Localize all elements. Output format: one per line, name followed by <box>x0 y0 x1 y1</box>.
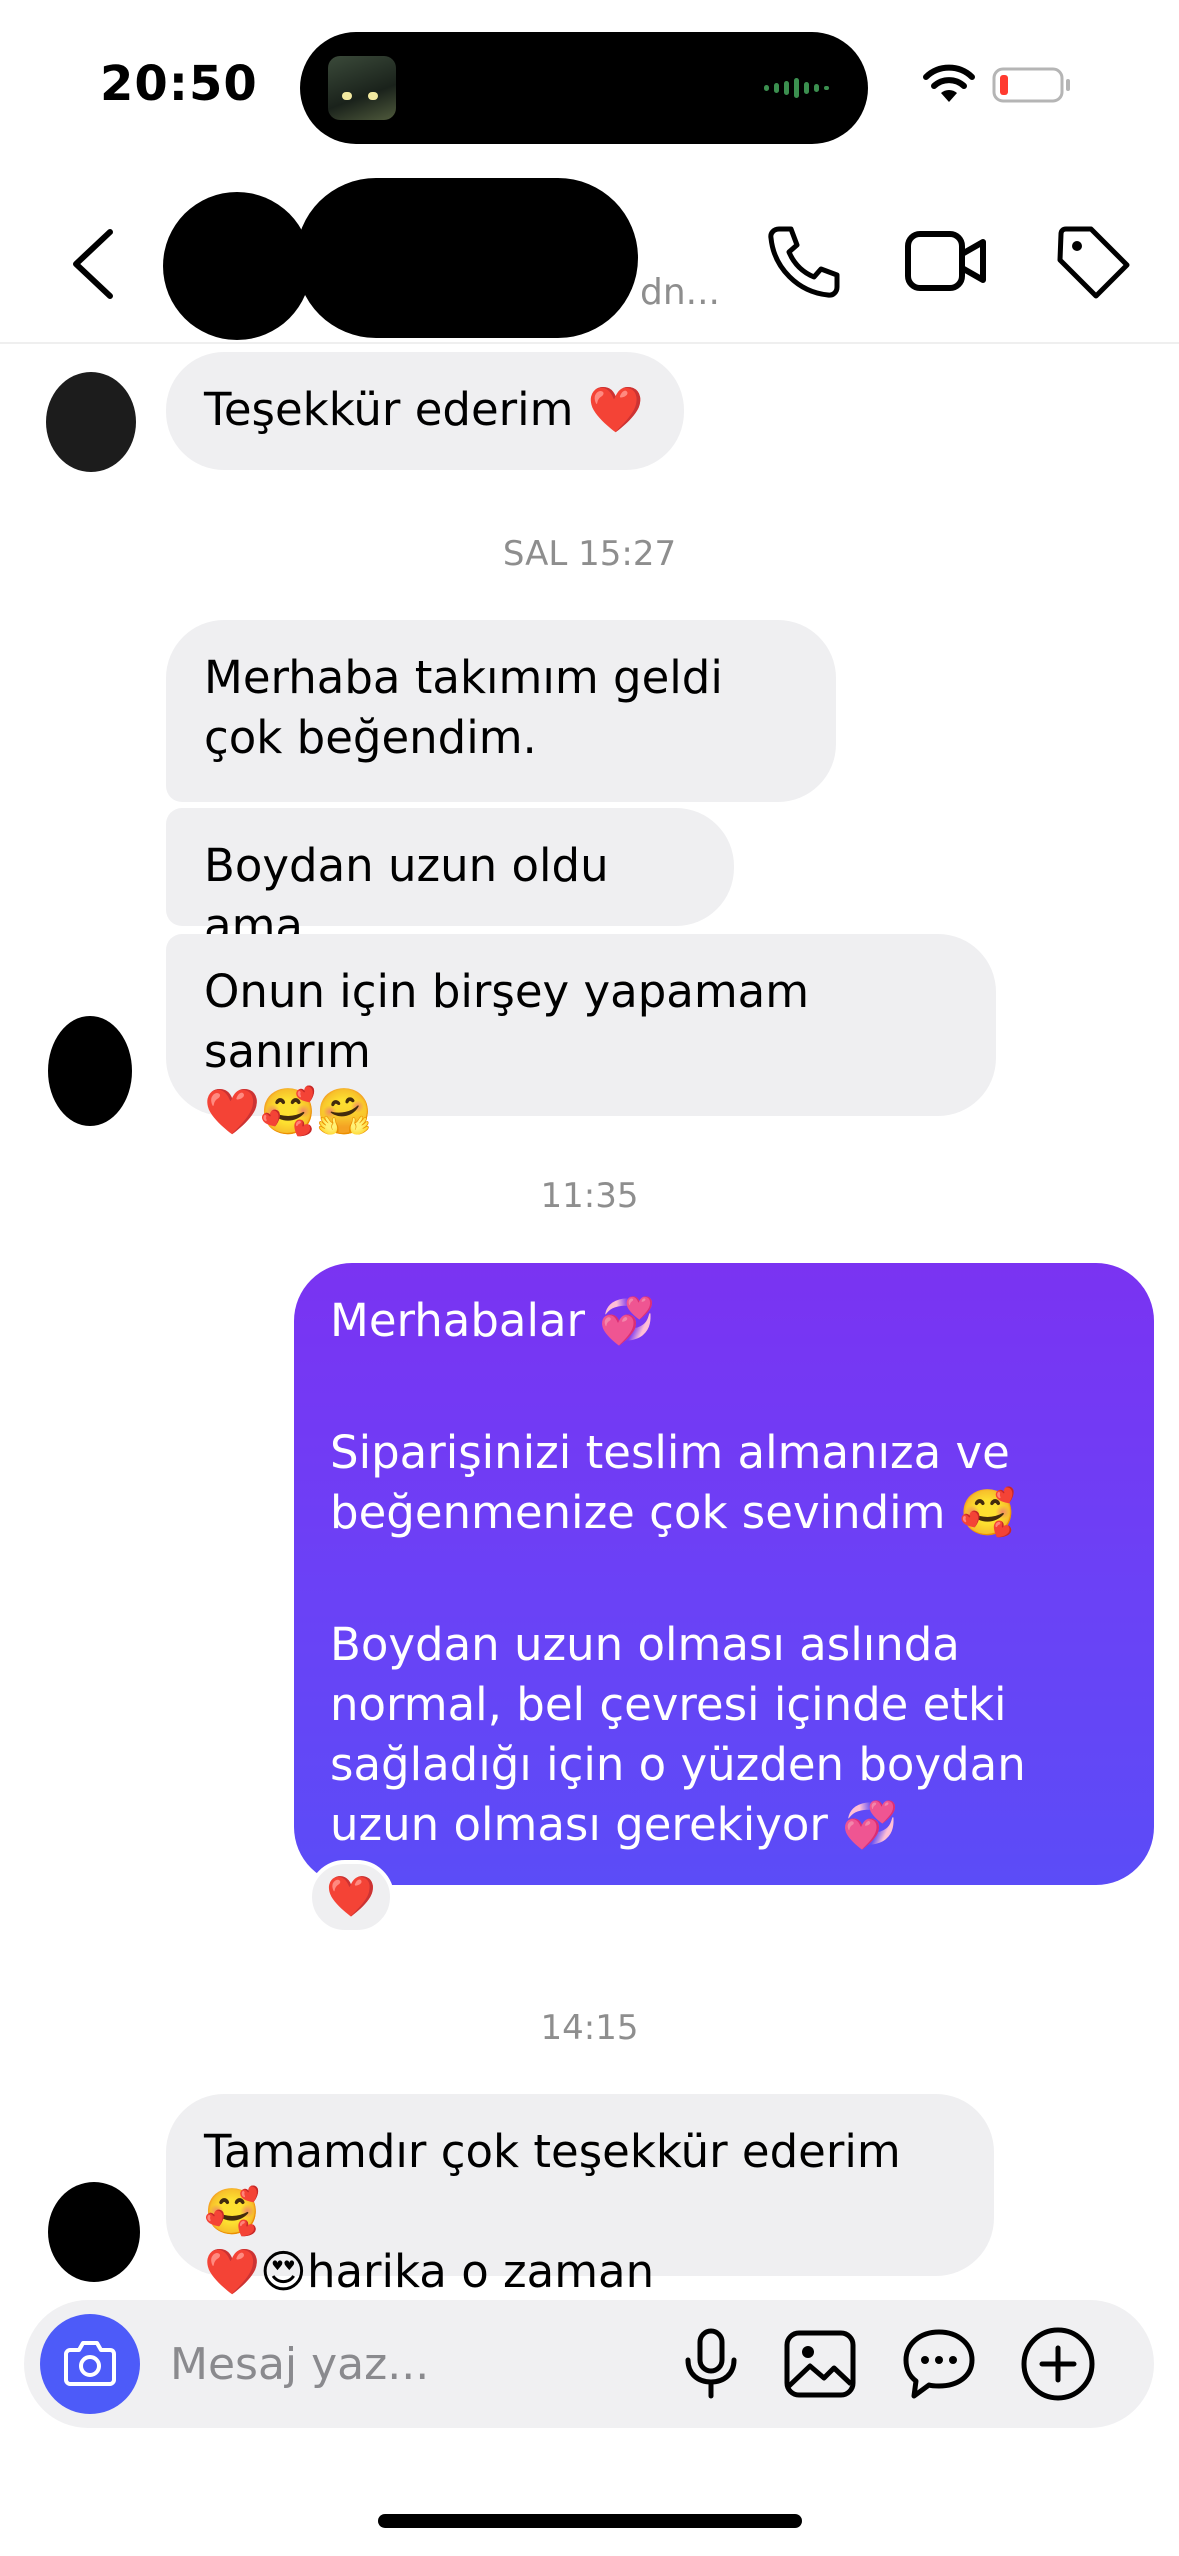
wifi-icon <box>923 64 975 102</box>
sender-avatar[interactable] <box>48 1016 132 1126</box>
contact-name-redacted[interactable] <box>296 178 638 338</box>
camera-icon <box>64 2341 116 2386</box>
incoming-message[interactable]: Tamamdır çok teşekkür ederim 🥰 ❤️😍harika… <box>166 2094 994 2298</box>
contact-subtitle[interactable]: dn... <box>640 272 720 313</box>
sender-avatar[interactable] <box>48 2182 140 2282</box>
tag-icon[interactable] <box>1055 224 1131 300</box>
message-text: Tamamdır çok teşekkür ederim 🥰 <box>204 2125 901 2238</box>
status-bar: 20:50 <box>0 0 1179 160</box>
message-timestamp: 14:15 <box>540 2008 639 2048</box>
message-timestamp: SAL 15:27 <box>502 534 677 574</box>
camera-button[interactable] <box>40 2314 140 2414</box>
incoming-message[interactable]: Merhaba takımım geldi çok beğendim. <box>166 620 836 802</box>
incoming-message[interactable]: Onun için birşey yapamam sanırım ❤️🥰🤗 <box>166 934 996 1138</box>
message-timestamp: 11:35 <box>540 1176 639 1216</box>
message-input[interactable] <box>170 2332 630 2396</box>
message-emoji: ❤️🥰🤗 <box>204 1085 373 1138</box>
mic-icon[interactable] <box>676 2328 746 2400</box>
status-time: 20:50 <box>100 56 258 112</box>
home-indicator[interactable] <box>378 2514 802 2528</box>
message-text: Teşekkür ederim ❤️ <box>204 383 644 436</box>
plus-icon[interactable] <box>1020 2326 1096 2402</box>
incoming-message[interactable]: Boydan uzun oldu ama <box>166 808 734 952</box>
battery-icon <box>992 67 1070 103</box>
sender-avatar[interactable] <box>46 372 136 472</box>
message-text: Merhaba takımım geldi çok beğendim. <box>204 651 723 764</box>
sticker-icon[interactable] <box>902 2328 976 2400</box>
video-icon[interactable] <box>905 226 987 296</box>
chat-header: dn... <box>0 168 1179 344</box>
call-icon[interactable] <box>765 223 843 301</box>
message-composer <box>24 2300 1154 2428</box>
message-text: ❤️😍harika o zaman <box>204 2245 655 2298</box>
message-text: Merhabalar 💞 <box>330 1294 656 1347</box>
outgoing-message[interactable]: Merhabalar 💞 Siparişinizi teslim almanız… <box>294 1263 1154 1885</box>
dynamic-island[interactable] <box>300 32 868 144</box>
heart-reaction[interactable]: ❤️ <box>308 1860 394 1934</box>
gallery-icon[interactable] <box>784 2330 856 2398</box>
message-text: Boydan uzun olması aslında normal, bel ç… <box>330 1618 1026 1851</box>
incoming-message[interactable]: Teşekkür ederim ❤️ <box>166 352 684 470</box>
message-text: Onun için birşey yapamam sanırım <box>204 965 810 1078</box>
audio-wave-icon <box>764 78 829 98</box>
contact-avatar[interactable] <box>163 192 311 340</box>
back-icon[interactable] <box>66 226 120 302</box>
now-playing-thumbnail <box>328 56 396 120</box>
message-text: Siparişinizi teslim almanıza ve beğenmen… <box>330 1426 1016 1539</box>
